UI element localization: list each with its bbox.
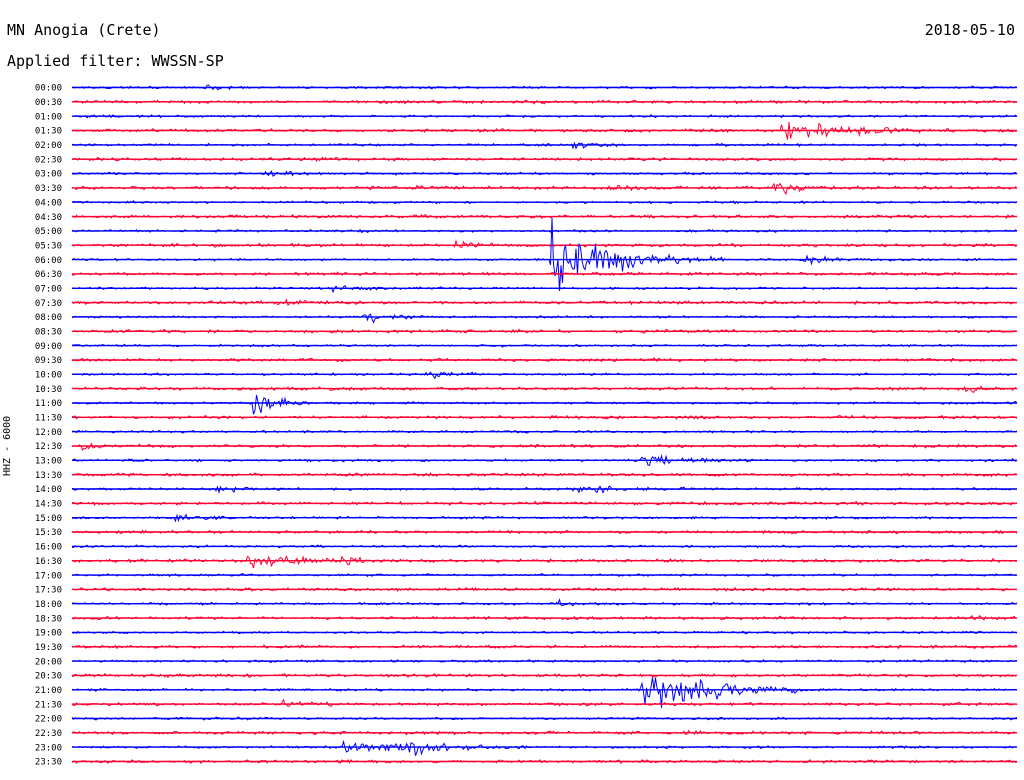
time-tick-label: 21:30	[35, 700, 62, 710]
trace-line-1100	[71, 394, 1018, 415]
trace-line-2130	[71, 698, 1018, 708]
time-tick-label: 08:30	[35, 328, 62, 338]
time-tick-label: 03:30	[35, 184, 62, 194]
time-tick-label: 06:00	[35, 256, 62, 266]
time-tick-label: 17:00	[35, 571, 62, 581]
time-tick-label: 04:30	[35, 213, 62, 223]
trace-line-0200	[71, 141, 1018, 150]
time-tick-label: 18:30	[35, 614, 62, 624]
time-tick-label: 18:00	[35, 600, 62, 610]
time-tick-label: 11:00	[35, 399, 62, 409]
trace-line-1630	[71, 555, 1018, 569]
helicorder-plot: 00:00 00:30 01:00 01:30 02:00 02:30 03:00 03:30…	[35, 84, 1018, 768]
time-tick-label: 07:00	[35, 285, 62, 295]
time-tick-label: 16:00	[35, 543, 62, 553]
time-tick-label: 09:00	[35, 342, 62, 352]
time-tick-label: 00:30	[35, 98, 62, 108]
time-tick-label: 14:30	[35, 500, 62, 510]
time-tick-label: 10:30	[35, 385, 62, 395]
time-tick-label: 20:00	[35, 657, 62, 667]
time-tick-label: 11:30	[35, 414, 62, 424]
time-tick-label: 23:30	[35, 758, 62, 768]
time-tick-label: 19:30	[35, 643, 62, 653]
time-tick-label: 17:30	[35, 586, 62, 596]
time-tick-label: 09:30	[35, 356, 62, 366]
time-tick-label: 21:00	[35, 686, 62, 696]
time-tick-label: 07:30	[35, 299, 62, 309]
trace-line-0530	[71, 239, 1018, 248]
time-tick-label: 15:30	[35, 528, 62, 538]
time-tick-label: 06:30	[35, 270, 62, 280]
trace-line-0330	[71, 182, 1018, 196]
trace-line-1030	[71, 385, 1018, 394]
time-tick-label: 22:00	[35, 715, 62, 725]
time-tick-label: 12:30	[35, 442, 62, 452]
trace-line-0800	[71, 313, 1018, 324]
time-tick-label: 03:00	[35, 170, 62, 180]
time-tick-label: 02:00	[35, 141, 62, 151]
time-tick-label: 02:30	[35, 155, 62, 165]
time-tick-label: 01:00	[35, 112, 62, 122]
time-tick-label: 15:00	[35, 514, 62, 524]
time-tick-label: 10:00	[35, 371, 62, 381]
time-tick-label: 13:00	[35, 457, 62, 467]
trace-line-1000	[71, 371, 1018, 380]
trace-line-2300	[71, 739, 1018, 756]
time-tick-label: 13:30	[35, 471, 62, 481]
time-tick-label: 20:30	[35, 672, 62, 682]
time-tick-label: 00:00	[35, 84, 62, 94]
time-tick-label: 12:00	[35, 428, 62, 438]
time-tick-label: 04:00	[35, 198, 62, 208]
time-tick-label: 05:30	[35, 241, 62, 251]
trace-line-1230	[72, 442, 1018, 451]
time-tick-label: 14:00	[35, 485, 62, 495]
trace-line-0600	[71, 217, 1018, 291]
time-tick-label: 08:00	[35, 313, 62, 323]
time-tick-label: 23:00	[35, 743, 62, 753]
time-tick-label: 01:30	[35, 127, 62, 137]
time-tick-label: 22:30	[35, 729, 62, 739]
time-tick-label: 19:00	[35, 629, 62, 639]
time-tick-label: 05:00	[35, 227, 62, 237]
trace-line-1800	[71, 598, 1018, 607]
time-tick-label: 16:30	[35, 557, 62, 567]
